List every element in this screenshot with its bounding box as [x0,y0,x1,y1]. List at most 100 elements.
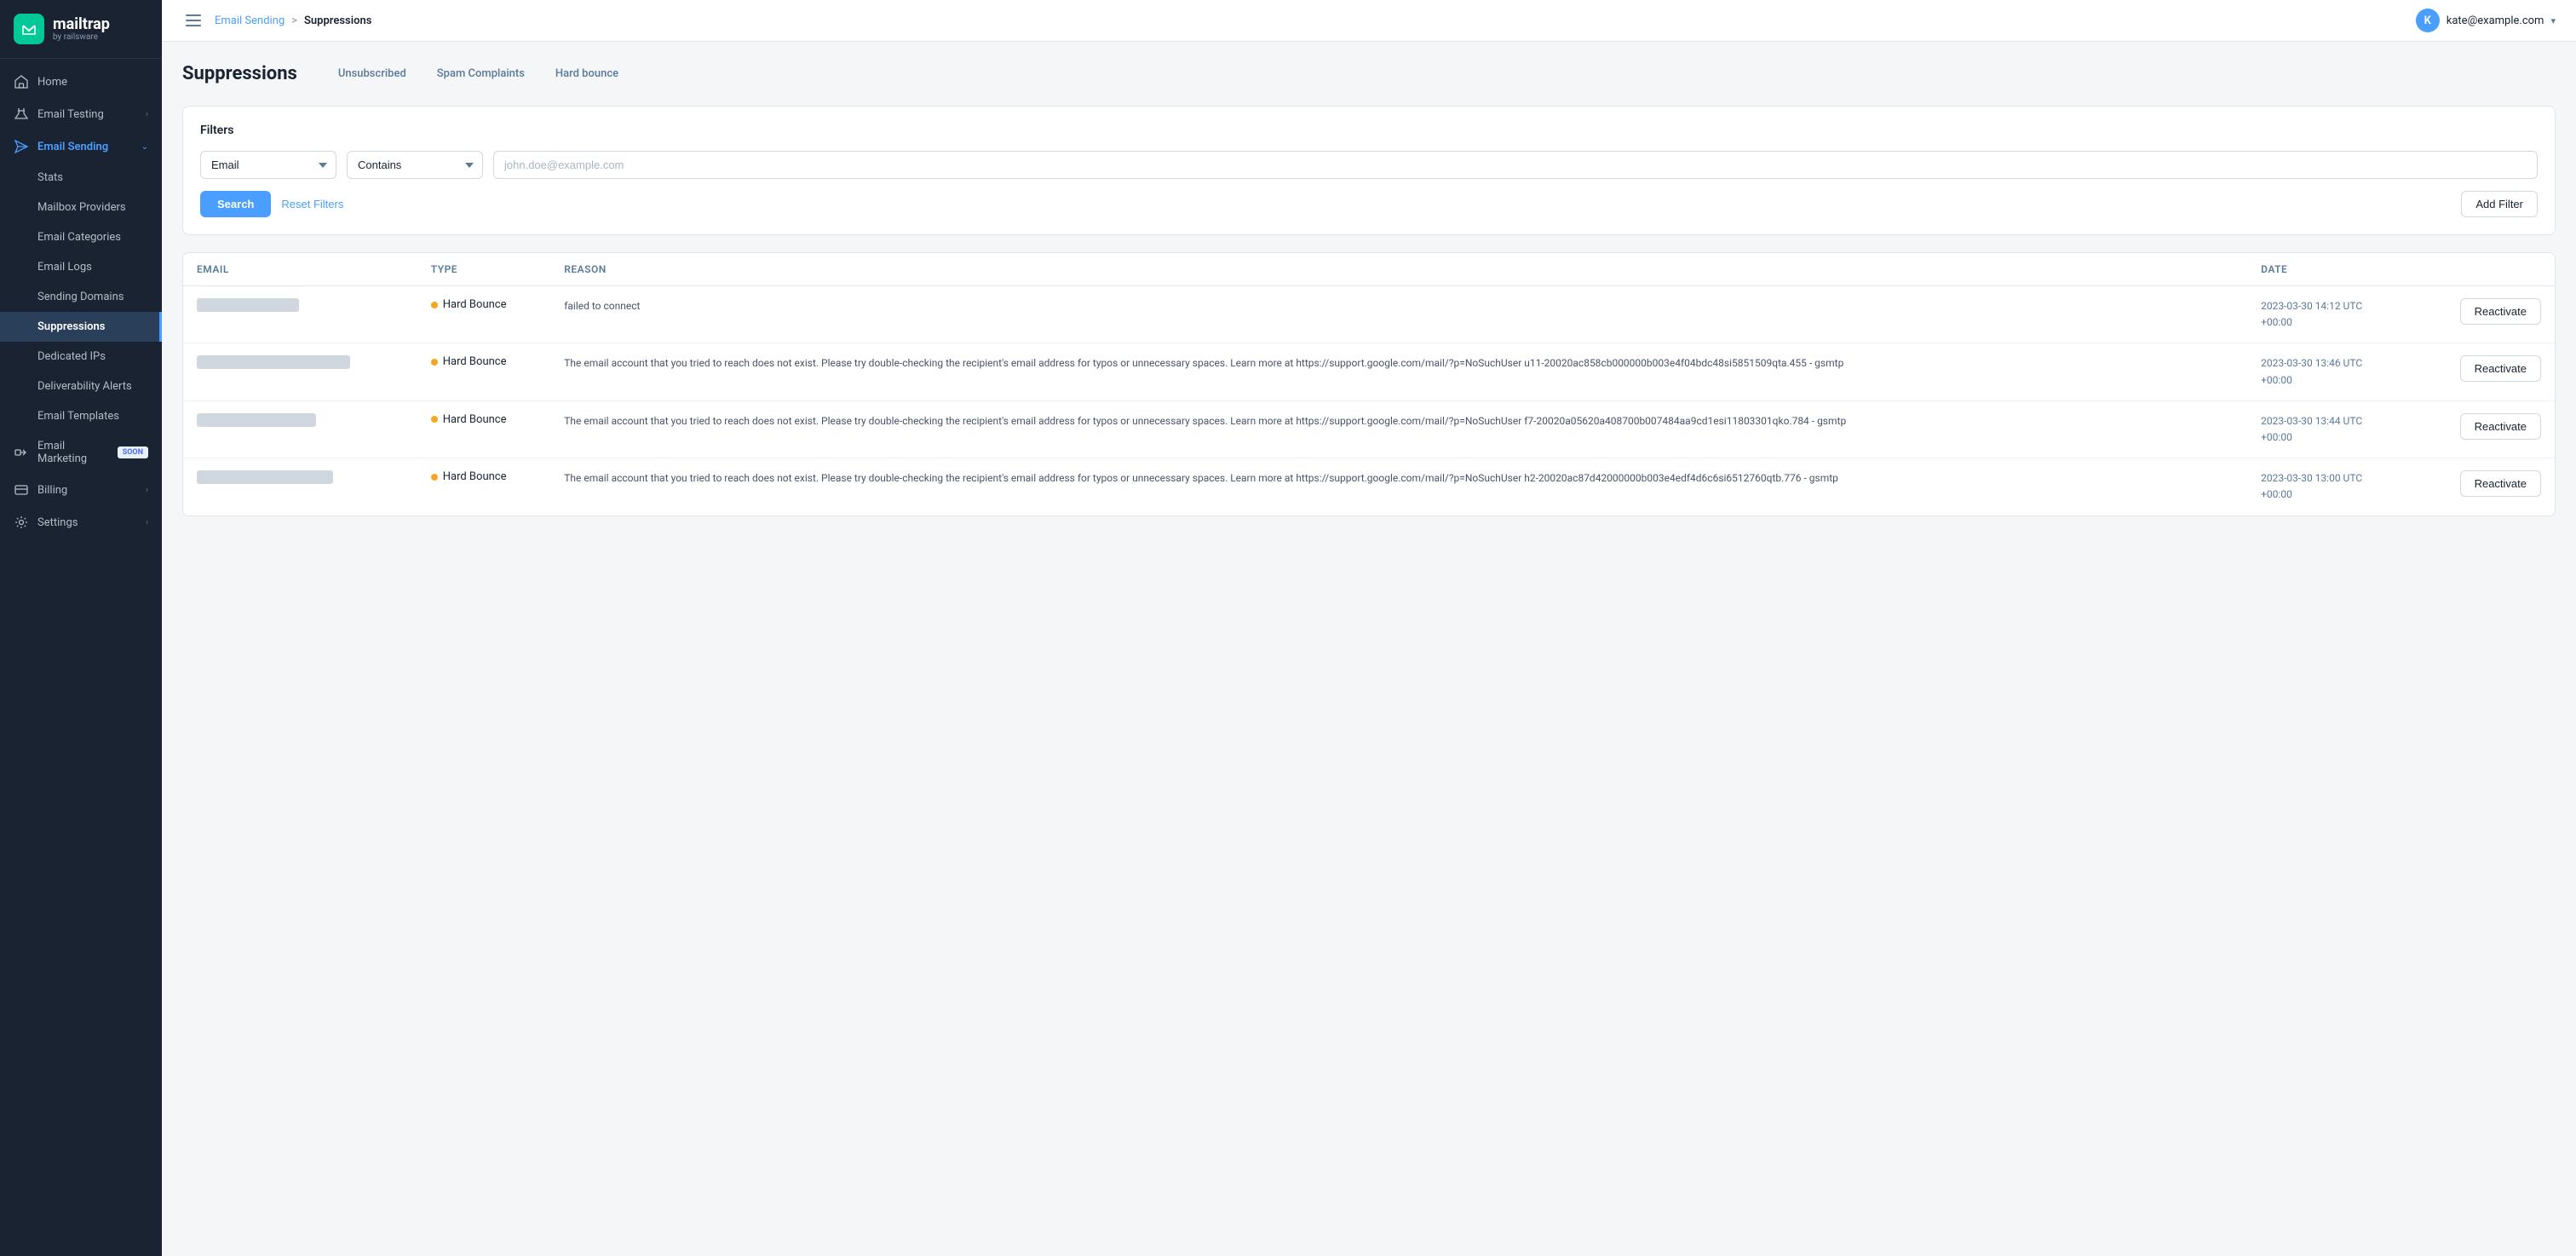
sidebar-item-email-templates[interactable]: Email Templates [0,401,162,431]
table-row: Hard Bounce The email account that you tr… [183,400,2555,458]
email-cell [183,400,417,458]
type-dot [431,474,438,481]
type-dot [431,416,438,423]
filter-condition-select[interactable]: Contains Equals Starts with [347,151,483,179]
action-cell: Reactivate [2414,343,2555,400]
reason-cell: The email account that you tried to reac… [550,458,2247,516]
chevron-right-icon-settings: › [146,518,148,527]
page-tabs: Unsubscribed Spam Complaints Hard bounce [325,62,632,85]
user-menu-chevron: ▾ [2550,15,2556,26]
page-title: Suppressions [182,63,297,84]
email-redacted [197,470,333,484]
reactivate-button[interactable]: Reactivate [2460,355,2541,382]
chevron-right-icon: › [146,110,148,119]
sidebar-item-mailbox-providers-label: Mailbox Providers [37,201,126,214]
date-cell: 2023-03-30 13:44 UTC+00:00 [2247,400,2414,458]
hamburger-menu[interactable] [182,11,204,30]
reason-cell: The email account that you tried to reac… [550,343,2247,400]
search-button[interactable]: Search [200,191,271,217]
type-dot [431,359,438,366]
sidebar-item-email-logs[interactable]: Email Logs [0,252,162,282]
sidebar-item-suppressions[interactable]: Suppressions [0,312,162,342]
reason-text: The email account that you tried to reac… [564,357,1843,369]
billing-icon [14,482,29,498]
date-text: 2023-03-30 14:12 UTC+00:00 [2261,300,2362,328]
table-row: Hard Bounce failed to connect 2023-03-30 1… [183,286,2555,343]
sidebar-item-email-sending[interactable]: Email Sending ⌄ [0,130,162,163]
action-cell: Reactivate [2414,400,2555,458]
tab-spam-complaints[interactable]: Spam Complaints [423,62,538,85]
type-badge: Hard Bounce [431,355,537,368]
sidebar-item-settings[interactable]: Settings › [0,506,162,539]
logo-icon [14,14,44,44]
reason-cell: The email account that you tried to reac… [550,400,2247,458]
table-head: Email Type Reason Date [183,253,2555,286]
settings-icon [14,515,29,530]
user-menu[interactable]: K kate@example.com ▾ [2416,9,2556,32]
table: Email Type Reason Date Hard Bounce failed… [183,253,2555,516]
email-redacted [197,413,316,427]
filter-value-input[interactable] [493,151,2538,179]
type-label: Hard Bounce [443,298,507,311]
chevron-down-icon: ⌄ [141,142,148,152]
sidebar-item-email-sending-label: Email Sending [37,141,108,153]
sidebar-item-home-label: Home [37,76,67,89]
reset-filters-button[interactable]: Reset Filters [281,191,343,217]
table-body: Hard Bounce failed to connect 2023-03-30 1… [183,286,2555,516]
sidebar-item-home[interactable]: Home [0,66,162,98]
col-action [2414,253,2555,286]
soon-badge: SOON [118,447,148,458]
type-cell: Hard Bounce [417,458,550,516]
main-content: Email Sending > Suppressions K kate@exam… [162,0,2576,1256]
sidebar-item-billing[interactable]: Billing › [0,474,162,506]
sidebar-item-stats[interactable]: Stats [0,163,162,193]
date-cell: 2023-03-30 13:46 UTC+00:00 [2247,343,2414,400]
sidebar-nav: Home Email Testing › Email Sending ⌄ Sta… [0,59,162,1256]
sidebar-item-email-logs-label: Email Logs [37,261,92,274]
col-email: Email [183,253,417,286]
table-row: Hard Bounce The email account that you tr… [183,343,2555,400]
reactivate-button[interactable]: Reactivate [2460,413,2541,440]
type-badge: Hard Bounce [431,298,537,311]
add-filter-button[interactable]: Add Filter [2461,191,2538,217]
reason-cell: failed to connect [550,286,2247,343]
email-redacted [197,298,299,312]
filter-actions: Search Reset Filters Add Filter [200,191,2538,217]
topbar: Email Sending > Suppressions K kate@exam… [162,0,2576,42]
logo: mailtrap by railsware [0,0,162,59]
sidebar-item-email-marketing[interactable]: Email Marketing SOON [0,431,162,474]
date-text: 2023-03-30 13:00 UTC+00:00 [2261,472,2362,500]
reason-text: failed to connect [564,300,640,312]
type-badge: Hard Bounce [431,470,537,483]
flask-icon [14,107,29,122]
sidebar-item-stats-label: Stats [37,171,63,184]
date-text: 2023-03-30 13:44 UTC+00:00 [2261,415,2362,443]
type-label: Hard Bounce [443,413,507,426]
reason-text: The email account that you tried to reac… [564,472,1838,484]
email-redacted [197,355,350,369]
type-dot [431,302,438,308]
sidebar-item-mailbox-providers[interactable]: Mailbox Providers [0,193,162,222]
tab-unsubscribed[interactable]: Unsubscribed [325,62,420,85]
filter-field-select[interactable]: Email Type Date [200,151,336,179]
sidebar-item-deliverability-alerts[interactable]: Deliverability Alerts [0,372,162,401]
reactivate-button[interactable]: Reactivate [2460,298,2541,325]
sidebar-item-settings-label: Settings [37,516,78,529]
page-content: Suppressions Unsubscribed Spam Complaint… [162,42,2576,1256]
sidebar-item-dedicated-ips[interactable]: Dedicated IPs [0,342,162,372]
sidebar-item-email-categories[interactable]: Email Categories [0,222,162,252]
type-cell: Hard Bounce [417,400,550,458]
breadcrumb: Email Sending > Suppressions [215,14,371,27]
home-icon [14,74,29,89]
sidebar-item-sending-domains-label: Sending Domains [37,291,124,303]
tab-hard-bounce[interactable]: Hard bounce [542,62,632,85]
sidebar-item-sending-domains[interactable]: Sending Domains [0,282,162,312]
send-icon [14,139,29,154]
date-cell: 2023-03-30 13:00 UTC+00:00 [2247,458,2414,516]
sidebar-item-email-testing[interactable]: Email Testing › [0,98,162,130]
filters-card: Filters Email Type Date Contains Equals … [182,106,2556,235]
breadcrumb-separator: > [291,14,297,27]
reactivate-button[interactable]: Reactivate [2460,470,2541,497]
breadcrumb-parent[interactable]: Email Sending [215,14,285,27]
type-badge: Hard Bounce [431,413,537,426]
